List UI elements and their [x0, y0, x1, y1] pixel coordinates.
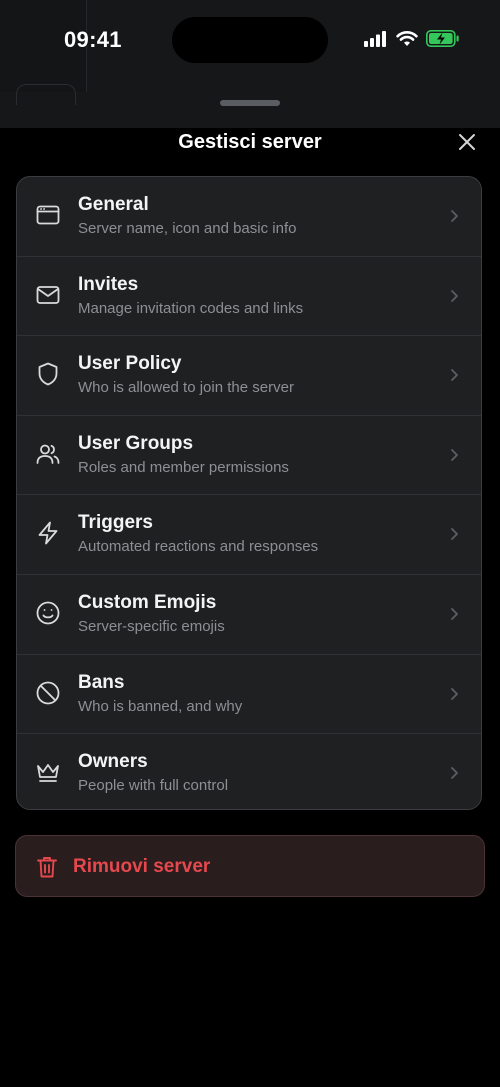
screen: 09:41 Gestisci server General Server nam…: [0, 0, 500, 1087]
remove-server-label: Rimuovi server: [73, 856, 211, 877]
close-button[interactable]: [456, 131, 478, 153]
menu-item-title: Owners: [78, 751, 148, 773]
chevron-right-icon: [451, 448, 458, 461]
menu-item-subtitle: Roles and member permissions: [78, 458, 289, 476]
menu-item-subtitle: Who is allowed to join the server: [78, 379, 294, 397]
menu-item-general[interactable]: General Server name, icon and basic info: [17, 177, 481, 257]
chevron-right-icon: [451, 767, 458, 780]
manage-server-sheet: Gestisci server General Server name, ico…: [0, 0, 500, 1087]
ban-icon: [36, 681, 60, 704]
lightning-icon: [38, 521, 58, 545]
menu-item-subtitle: Who is banned, and why: [78, 697, 243, 715]
envelope-icon: [36, 285, 60, 304]
remove-server-button[interactable]: Rimuovi server: [15, 835, 485, 897]
menu-item-title: Custom Emojis: [78, 591, 217, 613]
menu-item-subtitle: Server name, icon and basic info: [78, 220, 297, 237]
menu-item-bans[interactable]: Bans Who is banned, and why: [17, 655, 481, 735]
crown-icon: [37, 764, 59, 783]
chevron-right-icon: [451, 289, 458, 302]
smiley-icon: [36, 601, 60, 625]
menu-item-owners[interactable]: Owners People with full control: [17, 734, 481, 809]
menu-item-title: User Groups: [78, 432, 194, 454]
chevron-right-icon: [451, 687, 458, 700]
chevron-right-icon: [451, 608, 458, 620]
chevron-right-icon: [451, 369, 458, 382]
chevron-right-icon: [451, 528, 458, 541]
menu-item-title: User Policy: [78, 353, 182, 375]
menu-item-title: Bans: [78, 671, 125, 693]
sheet-title: Gestisci server: [178, 131, 322, 153]
menu-item-triggers[interactable]: Triggers Automated reactions and respons…: [17, 495, 481, 575]
menu-item-subtitle: Automated reactions and responses: [78, 538, 319, 556]
settings-menu: General Server name, icon and basic info…: [16, 176, 482, 810]
sheet-grabber[interactable]: [220, 100, 280, 106]
menu-item-invites[interactable]: Invites Manage invitation codes and link…: [17, 257, 481, 337]
menu-item-title: Triggers: [78, 512, 153, 534]
menu-item-user-policy[interactable]: User Policy Who is allowed to join the s…: [17, 336, 481, 416]
menu-item-user-groups[interactable]: User Groups Roles and member permissions: [17, 416, 481, 496]
shield-icon: [38, 362, 58, 386]
close-icon: [459, 134, 475, 150]
menu-item-subtitle: Manage invitation codes and links: [78, 299, 304, 317]
menu-item-title: Invites: [78, 273, 139, 295]
browser-window-icon: [36, 205, 60, 225]
chevron-right-icon: [451, 210, 458, 222]
menu-item-subtitle: Server-specific emojis: [78, 617, 225, 635]
users-icon: [36, 444, 60, 464]
menu-item-subtitle: People with full control: [78, 777, 229, 795]
trash-icon: [37, 857, 57, 878]
menu-item-title: General: [78, 194, 149, 215]
menu-item-custom-emojis[interactable]: Custom Emojis Server-specific emojis: [17, 575, 481, 655]
